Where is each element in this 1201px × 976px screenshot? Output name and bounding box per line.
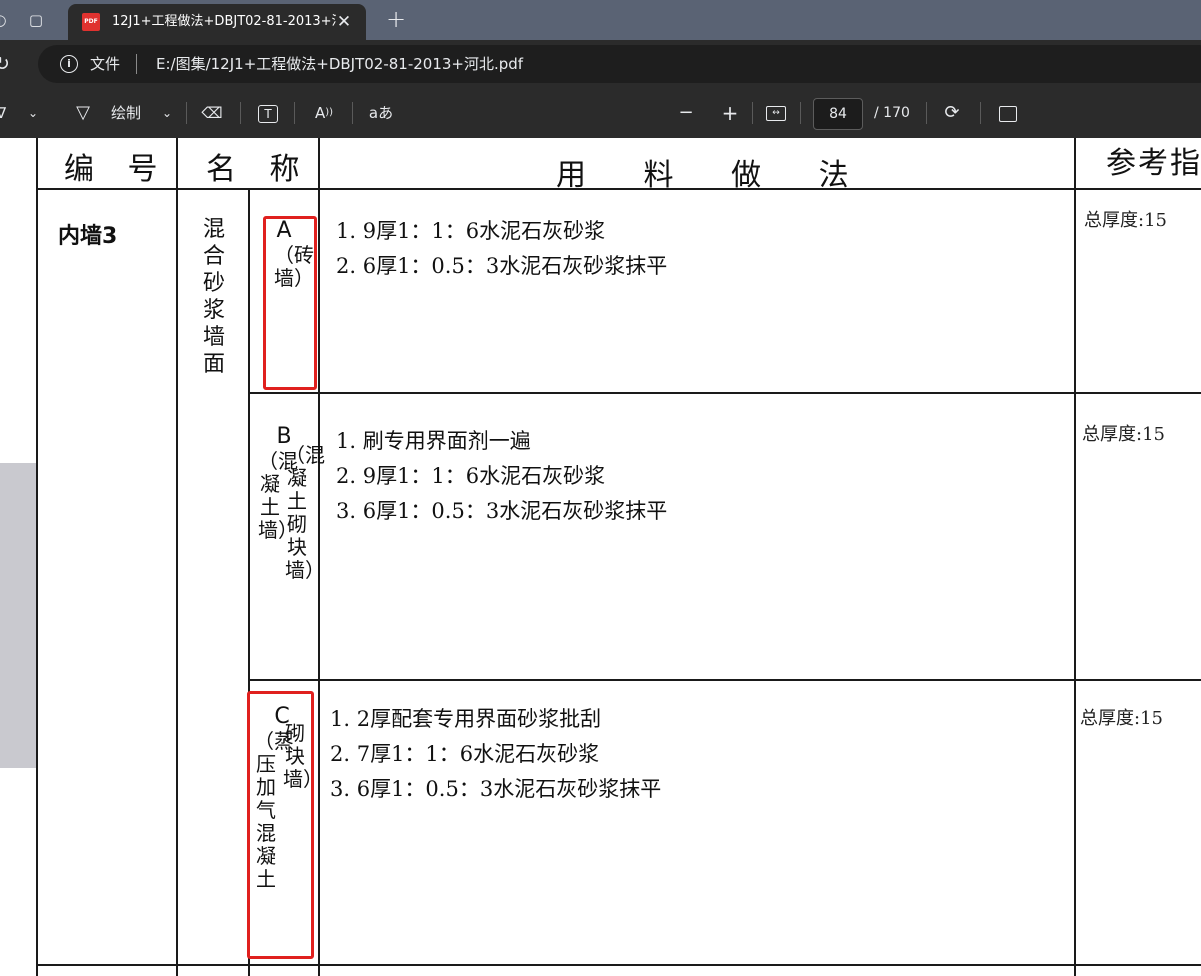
toolbar-divider — [352, 102, 353, 124]
page-number-input[interactable]: 84 — [813, 98, 863, 130]
header-method: 用 料 做 法 — [556, 158, 873, 193]
page-view-icon[interactable] — [996, 101, 1020, 125]
highlight-box-c — [247, 691, 314, 959]
toolbar-divider — [926, 102, 927, 124]
tab-title: 12J1+工程做法+DBJT02-81-2013+河北.pdf — [112, 14, 336, 29]
pdf-file-icon: PDF — [82, 13, 100, 31]
toolbar-divider — [294, 102, 295, 124]
table-border — [1074, 138, 1076, 976]
step: 2. 6厚1：0.5：3水泥石灰砂浆抹平 — [336, 254, 668, 278]
zoom-out-button[interactable]: − — [676, 101, 696, 125]
step: 2. 9厚1：1：6水泥石灰砂浆 — [336, 464, 606, 488]
profile-icon[interactable]: ◐ — [0, 8, 12, 32]
read-aloud-label: A — [314, 104, 326, 122]
pdf-page: 编 号 名 称 用 料 做 法 参考指 内墙3 混合砂浆墙面 A （砖墙） 1.… — [0, 138, 1201, 976]
address-bar-row: ↻ i 文件 E:/图集/12J1+工程做法+DBJT02-81-2013+河北… — [0, 40, 1201, 88]
toolbar-divider — [186, 102, 187, 124]
table-border — [248, 679, 1201, 681]
steps-b: 1. 刷专用界面剂一遍 2. 9厚1：1：6水泥石灰砂浆 3. 6厚1：0.5：… — [336, 424, 667, 529]
item-name: 混合砂浆墙面 — [202, 217, 225, 377]
variant-name-b-right: （混凝土砌块墙） — [285, 443, 325, 582]
steps-a: 1. 9厚1：1：6水泥石灰砂浆 2. 6厚1：0.5：3水泥石灰砂浆抹平 — [336, 214, 667, 284]
scheme-label: 文件 — [90, 55, 121, 73]
highlight-icon[interactable]: ∇ — [0, 101, 8, 125]
header-name: 名 称 — [206, 152, 312, 187]
step: 3. 6厚1：0.5：3水泥石灰砂浆抹平 — [336, 499, 668, 523]
toolbar-divider — [752, 102, 753, 124]
site-info-icon[interactable]: i — [60, 55, 78, 73]
step: 2. 7厚1：1：6水泥石灰砂浆 — [330, 742, 600, 766]
text-box-icon[interactable]: T — [256, 101, 280, 125]
chevron-down-icon[interactable]: ⌄ — [160, 101, 174, 125]
table-border — [36, 138, 38, 976]
draw-icon[interactable]: ▽ — [72, 101, 94, 125]
reference-a: 总厚度:15 — [1084, 210, 1167, 231]
table-border — [176, 138, 178, 976]
close-icon[interactable]: ✕ — [334, 12, 354, 32]
reference-b: 总厚度:15 — [1082, 424, 1165, 445]
tab-actions-icon[interactable]: ▢ — [24, 8, 48, 32]
item-code: 内墙3 — [58, 224, 118, 249]
toolbar-divider — [980, 102, 981, 124]
fit-width-icon[interactable]: ↔ — [764, 101, 788, 125]
pdf-toolbar: ∇ ⌄ ▽ 绘制 ⌄ ⌫ T A)) aあ − + ↔ 84 / 170 ⟳ — [0, 88, 1201, 139]
toolbar-divider — [800, 102, 801, 124]
step: 1. 2厚配套专用界面砂浆批刮 — [330, 707, 602, 731]
tab-strip: ◐ ▢ PDF 12J1+工程做法+DBJT02-81-2013+河北.pdf … — [0, 0, 1201, 40]
eraser-icon[interactable]: ⌫ — [200, 101, 224, 125]
url-text[interactable]: E:/图集/12J1+工程做法+DBJT02-81-2013+河北.pdf — [156, 54, 523, 74]
step: 1. 刷专用界面剂一遍 — [336, 429, 531, 453]
address-divider — [136, 54, 137, 74]
read-aloud-button[interactable]: A)) — [312, 101, 336, 125]
table-border — [248, 392, 1201, 394]
tab-pdf[interactable]: PDF 12J1+工程做法+DBJT02-81-2013+河北.pdf ✕ — [68, 4, 366, 40]
reload-icon[interactable]: ↻ — [0, 52, 14, 76]
reference-c: 总厚度:15 — [1080, 708, 1163, 729]
step: 3. 6厚1：0.5：3水泥石灰砂浆抹平 — [330, 777, 662, 801]
zoom-in-button[interactable]: + — [720, 101, 740, 125]
table-border — [36, 964, 1201, 966]
chevron-down-icon[interactable]: ⌄ — [26, 101, 40, 125]
toolbar-divider — [240, 102, 241, 124]
highlight-box-a — [263, 216, 317, 390]
header-code: 编 号 — [64, 152, 170, 187]
text-size-button[interactable]: aあ — [366, 101, 396, 125]
draw-button[interactable]: 绘制 — [106, 101, 146, 125]
page-total: / 170 — [874, 105, 910, 121]
table-border — [318, 138, 320, 976]
header-reference: 参考指 — [1106, 146, 1201, 181]
rotate-icon[interactable]: ⟳ — [940, 101, 964, 125]
new-tab-button[interactable]: + — [383, 7, 409, 33]
page-scan-edge — [0, 463, 36, 768]
step: 1. 9厚1：1：6水泥石灰砂浆 — [336, 219, 606, 243]
variant-name-b-left: （混凝土墙） — [258, 449, 298, 542]
steps-c: 1. 2厚配套专用界面砂浆批刮 2. 7厚1：1：6水泥石灰砂浆 3. 6厚1：… — [330, 702, 661, 807]
address-bar[interactable]: i 文件 E:/图集/12J1+工程做法+DBJT02-81-2013+河北.p… — [38, 45, 1201, 83]
